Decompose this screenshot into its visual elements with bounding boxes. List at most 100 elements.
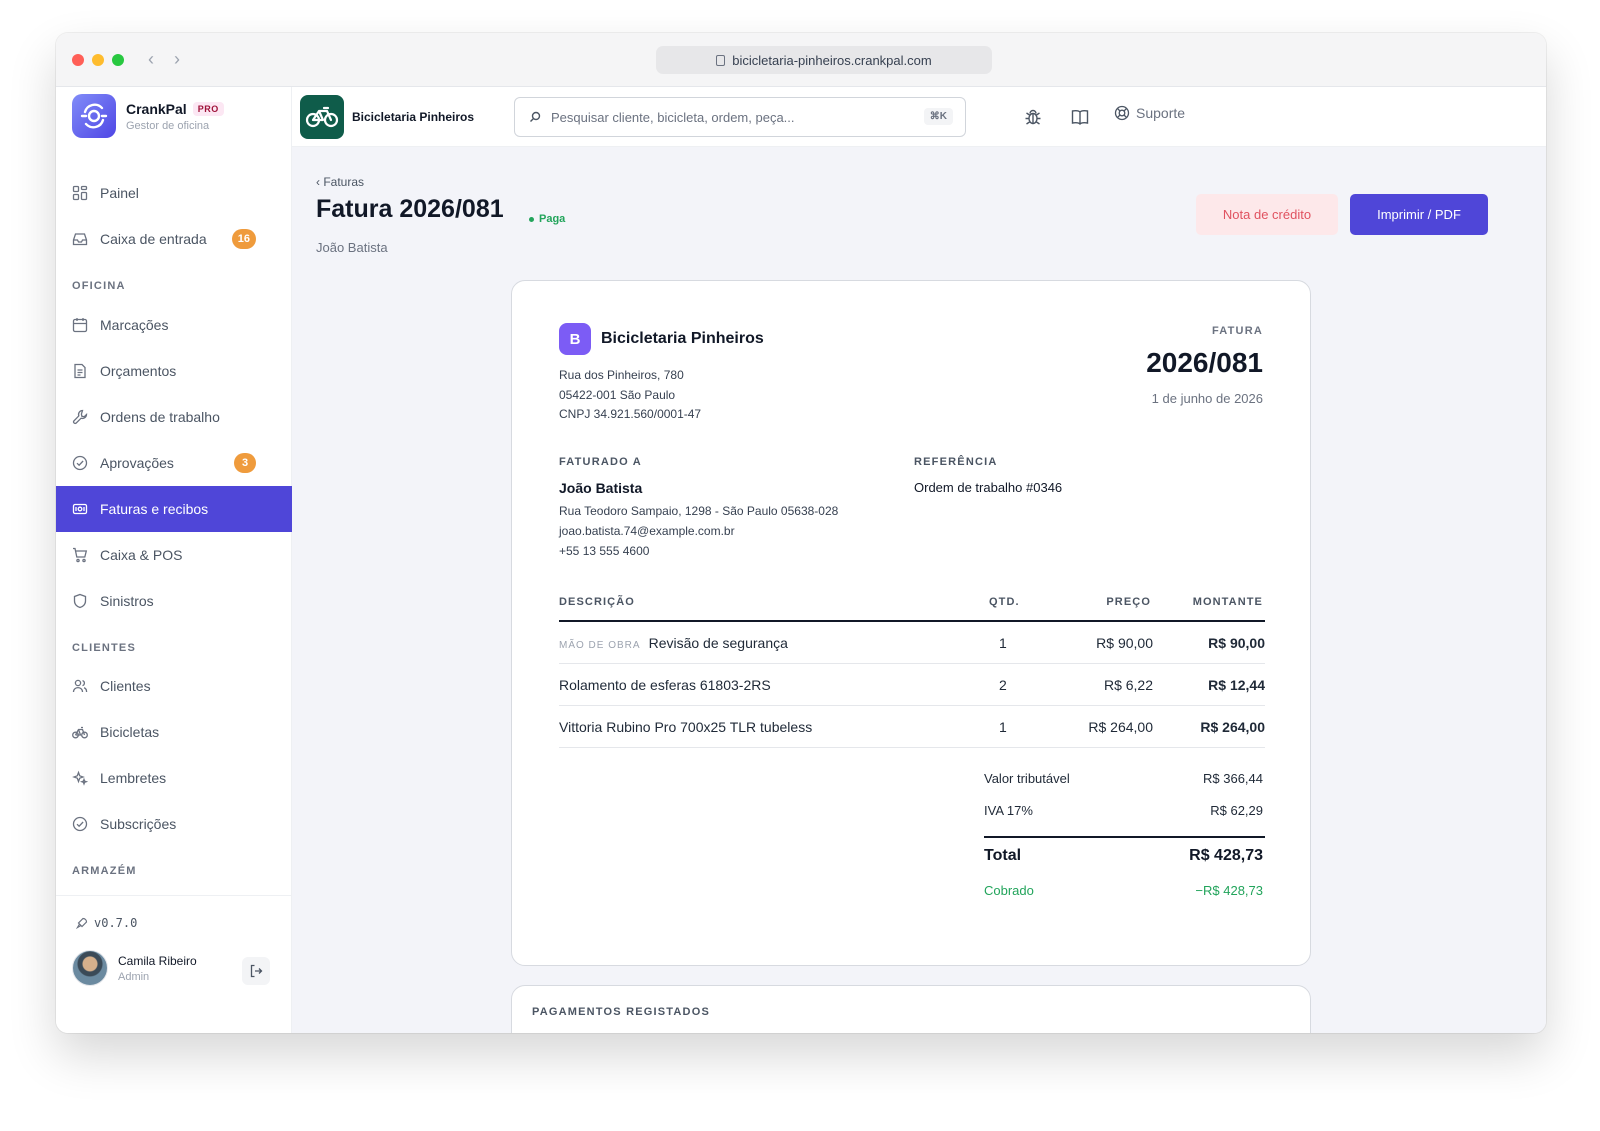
sidebar-item-aprovacoes[interactable]: Aprovações 3 — [56, 440, 292, 486]
sidebar-item-clientes[interactable]: Clientes — [56, 663, 292, 709]
sidebar-item-orcamentos[interactable]: Orçamentos — [56, 348, 292, 394]
sidebar-item-caixa-de-entrada[interactable]: Caixa de entrada 16 — [56, 216, 292, 262]
version-text: v0.7.0 — [94, 916, 138, 930]
receipt-icon — [72, 503, 88, 515]
line-item-amount: R$ 264,00 — [1200, 719, 1265, 735]
user-profile[interactable]: Camila Ribeiro Admin — [72, 950, 197, 986]
minimize-window-button[interactable] — [92, 54, 104, 66]
column-header-price: PREÇO — [1106, 596, 1151, 608]
brand[interactable]: CrankPal PRO Gestor de oficina — [72, 94, 224, 138]
address-bar[interactable]: bicicletaria-pinheiros.crankpal.com — [656, 46, 992, 74]
sidebar-item-bicicletas[interactable]: Bicicletas — [56, 709, 292, 755]
close-window-button[interactable] — [72, 54, 84, 66]
check-circle-icon — [72, 816, 88, 832]
main-content: ‹ Faturas Fatura 2026/081 Paga João Bati… — [292, 147, 1546, 1033]
back-arrow-icon[interactable]: ‹ — [148, 49, 154, 69]
logout-button[interactable] — [242, 957, 270, 985]
page-icon — [716, 54, 726, 66]
page-subtitle: João Batista — [316, 240, 388, 255]
customer-email: joao.batista.74@example.com.br — [559, 524, 735, 538]
charged-label: Cobrado — [984, 883, 1034, 898]
sparkles-icon — [72, 770, 88, 786]
sidebar-item-label: Faturas e recibos — [100, 501, 209, 517]
lifebuoy-icon — [1114, 105, 1130, 121]
company-address-line2: 05422-001 São Paulo — [559, 388, 676, 402]
line-item-price: R$ 90,00 — [1096, 635, 1153, 651]
invoice-card: B Bicicletaria Pinheiros Rua dos Pinheir… — [511, 280, 1311, 966]
vat-label: IVA 17% — [984, 803, 1033, 818]
line-item-qty: 1 — [999, 719, 1007, 735]
wrench-icon — [72, 409, 88, 425]
sidebar-item-sinistros[interactable]: Sinistros — [56, 578, 292, 624]
customer-phone: +55 13 555 4600 — [559, 544, 650, 558]
credit-note-button[interactable]: Nota de crédito — [1196, 194, 1338, 235]
line-item-qty: 1 — [999, 635, 1007, 651]
sidebar-item-lembretes[interactable]: Lembretes — [56, 755, 292, 801]
column-header-qty: QTD. — [989, 596, 1020, 608]
status-dot-icon — [529, 216, 534, 222]
breadcrumb[interactable]: ‹ Faturas — [316, 175, 364, 189]
cart-icon — [73, 547, 88, 563]
approvals-count-badge: 3 — [234, 453, 256, 473]
bug-icon[interactable] — [1023, 107, 1043, 127]
zoom-window-button[interactable] — [112, 54, 124, 66]
user-role: Admin — [118, 970, 150, 983]
document-icon — [74, 363, 86, 379]
line-item-description: Rolamento de esferas 61803-2RS — [559, 677, 771, 693]
pro-badge: PRO — [192, 101, 224, 116]
brand-subtitle: Gestor de oficina — [126, 119, 210, 132]
sidebar-item-painel[interactable]: Painel — [56, 170, 292, 216]
invoice-label: FATURA — [1212, 325, 1263, 337]
search-input[interactable]: Pesquisar cliente, bicicleta, ordem, peç… — [514, 97, 966, 137]
book-icon[interactable] — [1070, 107, 1090, 127]
support-link[interactable]: Suporte — [1114, 105, 1185, 121]
sidebar-item-marcacoes[interactable]: Marcações — [56, 302, 292, 348]
sidebar-item-ordens-de-trabalho[interactable]: Ordens de trabalho — [56, 394, 292, 440]
column-header-description: DESCRIÇÃO — [559, 596, 635, 608]
users-icon — [72, 679, 88, 693]
sidebar-item-label: Orçamentos — [100, 363, 177, 379]
payments-card: PAGAMENTOS REGISTADOS — [511, 985, 1311, 1033]
inbox-count-badge: 16 — [231, 229, 256, 249]
reference-label: REFERÊNCIA — [914, 456, 998, 468]
taxable-value: R$ 366,44 — [1203, 771, 1263, 786]
user-name: Camila Ribeiro — [118, 953, 197, 968]
line-item-qty: 2 — [999, 677, 1007, 693]
reference-value[interactable]: Ordem de trabalho #0346 — [914, 480, 1062, 495]
table-row: Vittoria Rubino Pro 700x25 TLR tubeless … — [559, 706, 1265, 748]
line-item-amount: R$ 90,00 — [1208, 635, 1265, 651]
payments-title: PAGAMENTOS REGISTADOS — [532, 1006, 710, 1018]
charged-value: −R$ 428,73 — [1195, 883, 1263, 898]
tenant-switcher[interactable]: Bicicletaria Pinheiros — [300, 95, 474, 139]
line-item-amount: R$ 12,44 — [1208, 677, 1265, 693]
sidebar-item-caixa-pos[interactable]: Caixa & POS — [56, 532, 292, 578]
sidebar-footer: v0.7.0 Camila Ribeiro Admin — [56, 895, 292, 1033]
sidebar-item-label: Clientes — [100, 678, 151, 694]
app-version: v0.7.0 — [76, 916, 137, 930]
customer-address: Rua Teodoro Sampaio, 1298 - São Paulo 05… — [559, 504, 839, 518]
sidebar-item-label: Subscrições — [100, 816, 177, 832]
company-header: B Bicicletaria Pinheiros — [559, 323, 764, 355]
total-value: R$ 428,73 — [1189, 847, 1263, 864]
forward-arrow-icon[interactable]: › — [174, 49, 180, 69]
line-item-description: Vittoria Rubino Pro 700x25 TLR tubeless — [559, 719, 813, 735]
section-label-oficina: OFICINA — [72, 280, 126, 292]
taxable-label: Valor tributável — [984, 771, 1070, 786]
sidebar-item-label: Caixa de entrada — [100, 231, 207, 247]
company-logo: B — [559, 323, 591, 355]
section-label-armazem: ARMAZÉM — [72, 865, 137, 877]
customer-name: João Batista — [559, 480, 643, 496]
total-divider — [984, 836, 1265, 838]
column-header-amount: MONTANTE — [1192, 596, 1263, 608]
invoice-number: 2026/081 — [1146, 347, 1263, 378]
bicycle-icon — [72, 726, 88, 739]
section-label-clientes: CLIENTES — [72, 642, 136, 654]
sidebar-item-subscricoes[interactable]: Subscrições — [56, 801, 292, 847]
company-tax-id: CNPJ 34.921.560/0001-47 — [559, 407, 702, 421]
print-pdf-button[interactable]: Imprimir / PDF — [1350, 194, 1488, 235]
search-icon — [530, 111, 541, 122]
sidebar-item-faturas-e-recibos[interactable]: Faturas e recibos — [56, 486, 292, 532]
dashboard-icon — [72, 185, 88, 201]
sidebar-item-label: Bicicletas — [100, 724, 160, 740]
calendar-icon — [72, 318, 88, 333]
